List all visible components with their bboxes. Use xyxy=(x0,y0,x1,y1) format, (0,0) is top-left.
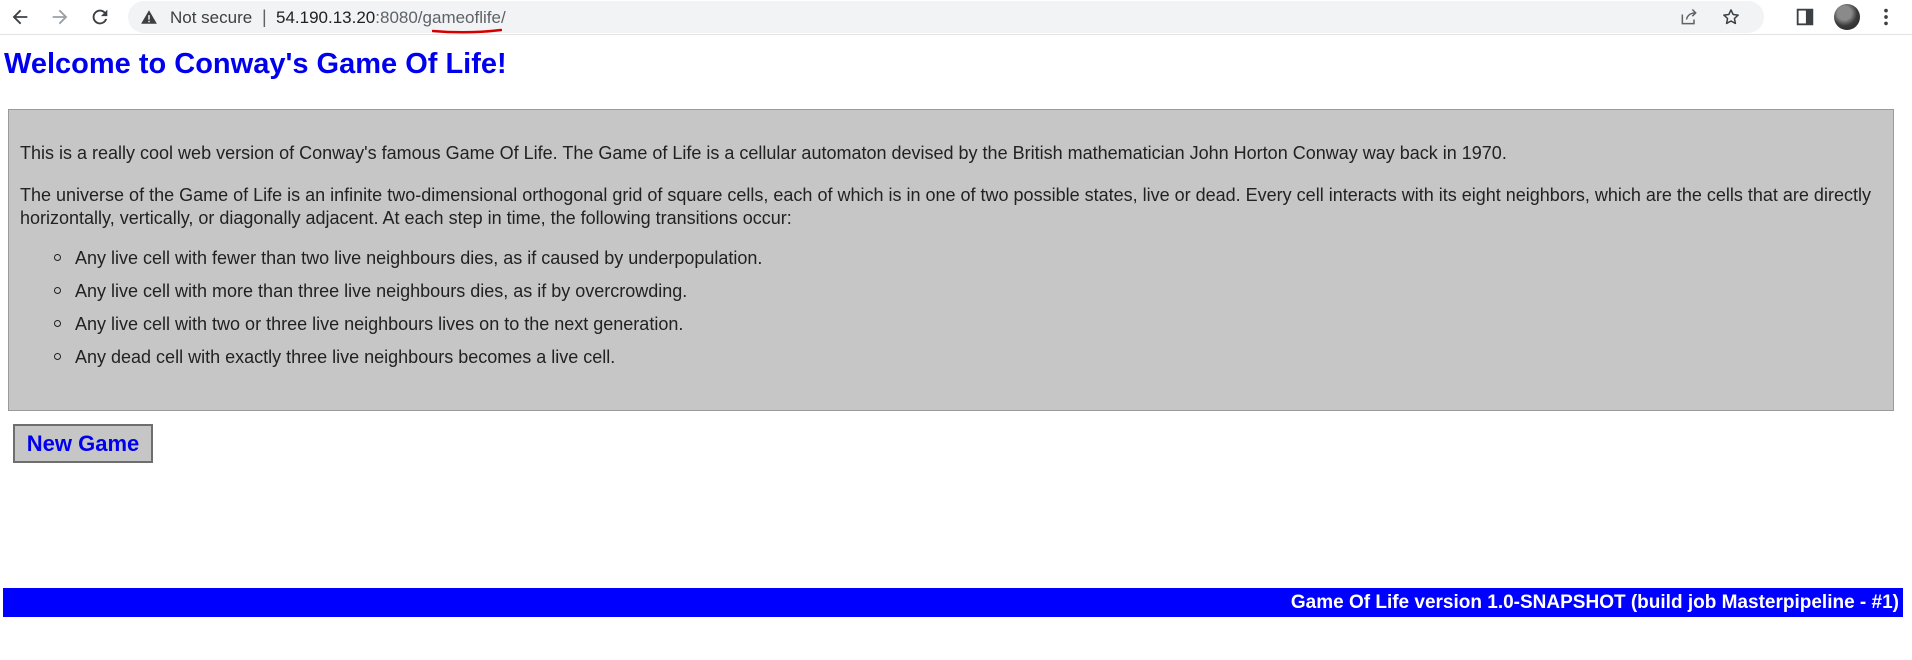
share-icon xyxy=(1681,8,1697,25)
bullet-icon xyxy=(54,353,61,360)
omnibox-separator: | xyxy=(262,7,267,27)
list-item: Any live cell with fewer than two live n… xyxy=(20,247,762,280)
kebab-menu-icon xyxy=(1884,8,1888,26)
page-title: Welcome to Conway's Game Of Life! xyxy=(4,48,507,80)
version-footer: Game Of Life version 1.0-SNAPSHOT (build… xyxy=(3,588,1903,617)
rules-list: Any live cell with fewer than two live n… xyxy=(20,247,762,379)
bullet-icon xyxy=(54,320,61,327)
url-host: 54.190.13.20 xyxy=(276,8,376,27)
address-bar[interactable]: Not secure | 54.190.13.20:8080/gameoflif… xyxy=(128,1,1764,34)
list-item: Any live cell with two or three live nei… xyxy=(20,313,762,346)
intro-paragraph: This is a really cool web version of Con… xyxy=(20,143,1507,163)
security-status[interactable]: Not secure xyxy=(170,8,252,28)
reload-icon xyxy=(92,9,108,25)
reload-button[interactable] xyxy=(86,3,114,31)
bullet-icon xyxy=(54,287,61,294)
arrow-right-icon xyxy=(52,9,68,25)
arrow-left-icon xyxy=(12,9,28,25)
red-underline-annotation xyxy=(432,28,502,34)
rule-text: Any live cell with more than three live … xyxy=(75,281,688,301)
side-panel-button[interactable] xyxy=(1791,3,1819,31)
rule-text: Any live cell with two or three live nei… xyxy=(75,314,684,334)
bookmark-button[interactable] xyxy=(1716,2,1746,32)
profile-avatar[interactable] xyxy=(1834,4,1860,30)
side-panel-icon xyxy=(1796,8,1814,26)
browser-menu-button[interactable] xyxy=(1872,3,1900,31)
description-paragraph: The universe of the Game of Life is an i… xyxy=(20,185,1871,228)
url-text[interactable]: 54.190.13.20:8080/gameoflife/ xyxy=(276,8,506,28)
back-button[interactable] xyxy=(6,3,34,31)
description-panel: This is a really cool web version of Con… xyxy=(8,109,1894,411)
list-item: Any dead cell with exactly three live ne… xyxy=(20,346,762,379)
new-game-button[interactable]: New Game xyxy=(13,424,153,463)
list-item: Any live cell with more than three live … xyxy=(20,280,762,313)
warning-triangle-icon xyxy=(141,10,157,24)
rule-text: Any dead cell with exactly three live ne… xyxy=(75,347,616,367)
url-path: gameoflife/ xyxy=(422,8,506,27)
star-icon xyxy=(1723,9,1739,25)
url-port: :8080/ xyxy=(375,8,423,27)
rule-text: Any live cell with fewer than two live n… xyxy=(75,248,763,268)
share-button[interactable] xyxy=(1674,2,1704,32)
forward-button[interactable] xyxy=(46,3,74,31)
browser-toolbar: Not secure | 54.190.13.20:8080/gameoflif… xyxy=(0,0,1912,35)
bullet-icon xyxy=(54,254,61,261)
